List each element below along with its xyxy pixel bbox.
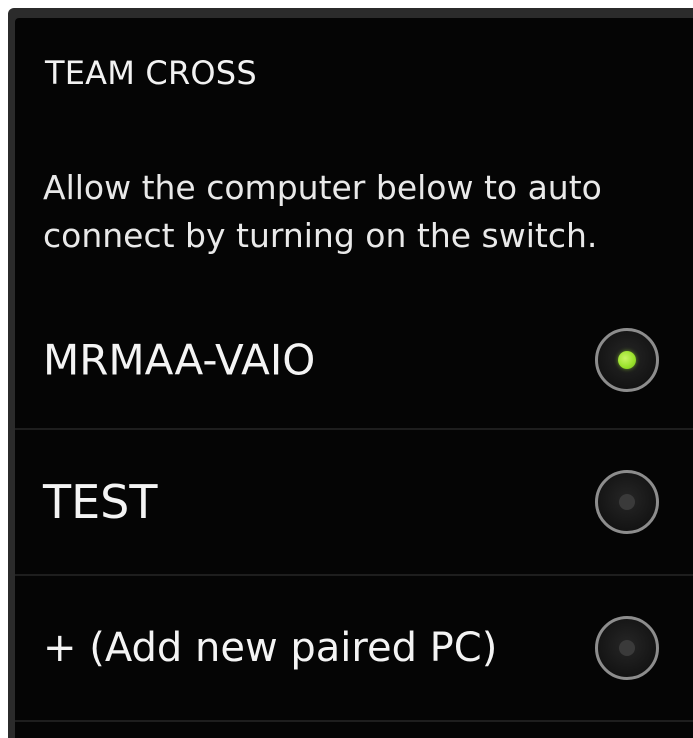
auto-connect-radio-on[interactable] <box>595 328 659 392</box>
computer-name-label: TEST <box>43 475 158 529</box>
radio-indicator-dot <box>618 351 636 369</box>
computer-name-label: MRMAA-VAIO <box>43 335 316 385</box>
description-line-1: Allow the computer below to auto <box>43 168 602 207</box>
add-paired-pc-radio[interactable] <box>595 616 659 680</box>
add-paired-pc-row[interactable]: + (Add new paired PC) <box>15 576 693 720</box>
section-description: Allow the computer below to auto connect… <box>43 164 683 260</box>
auto-connect-panel: TEAM CROSS Allow the computer below to a… <box>15 18 693 738</box>
section-title: TEAM CROSS <box>45 54 257 92</box>
computer-row-mrmaa-vaio[interactable]: MRMAA-VAIO <box>15 288 693 432</box>
radio-indicator-dot <box>619 640 635 656</box>
computer-row-test[interactable]: TEST <box>15 430 693 574</box>
row-divider <box>15 720 693 722</box>
radio-indicator-dot <box>619 494 635 510</box>
auto-connect-radio-off[interactable] <box>595 470 659 534</box>
description-line-2: connect by turning on the switch. <box>43 216 598 255</box>
add-paired-pc-label: + (Add new paired PC) <box>43 625 498 671</box>
